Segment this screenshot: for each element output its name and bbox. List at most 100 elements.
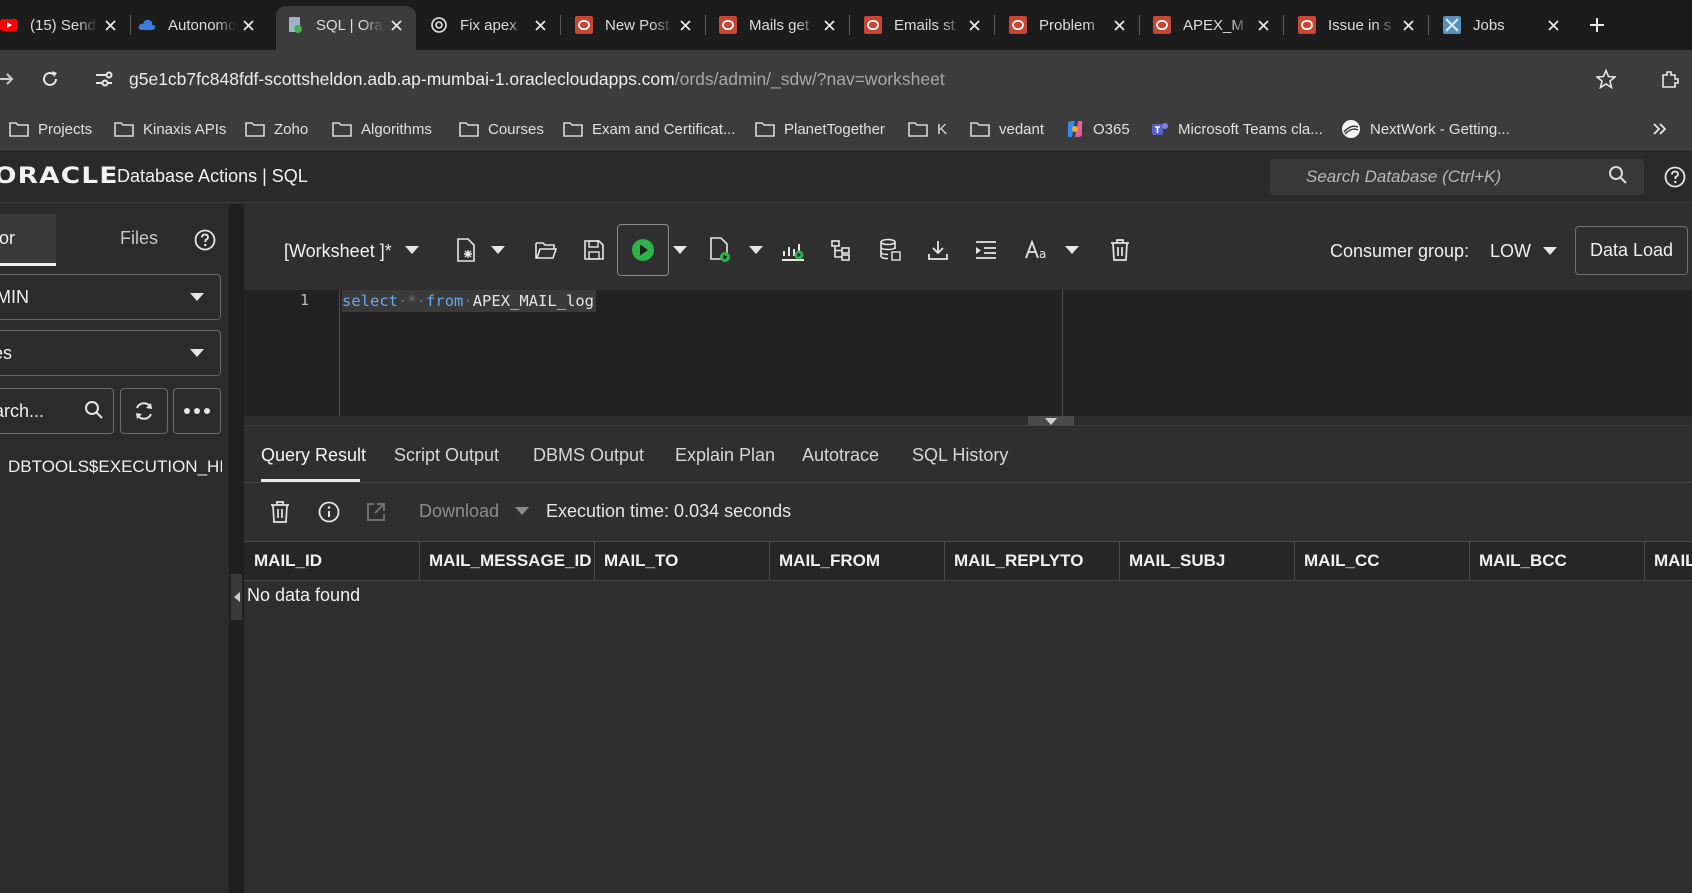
bookmark-folder[interactable]: Courses	[459, 117, 544, 141]
sql-table-name: APEX_MAIL_log	[472, 292, 595, 310]
chevron-down-icon[interactable]	[673, 246, 687, 254]
bookmark-folder[interactable]: Exam and Certificat...	[563, 117, 735, 141]
data-load-button[interactable]: Data Load	[1575, 226, 1688, 275]
help-icon[interactable]	[1664, 166, 1686, 188]
sql-statement[interactable]: select·*·from·APEX_MAIL_log	[342, 290, 597, 312]
url-field[interactable]: g5e1cb7fc848fdf-scottsheldon.adb.ap-mumb…	[129, 67, 945, 91]
tab-dbms-output[interactable]: DBMS Output	[533, 445, 644, 466]
download-icon[interactable]	[924, 236, 952, 264]
navigator-help-icon[interactable]	[194, 229, 216, 251]
worksheet-name-select[interactable]: [Worksheet ]*	[284, 241, 392, 262]
chevron-down-icon[interactable]	[515, 507, 529, 515]
open-folder-icon[interactable]	[532, 236, 560, 264]
consumer-group-select[interactable]: LOW	[1490, 241, 1531, 262]
bookmark-folder[interactable]: K	[908, 117, 947, 141]
explain-plan-icon[interactable]	[779, 236, 807, 264]
extensions-icon[interactable]	[1658, 67, 1682, 91]
browser-tab[interactable]: (15) Send	[0, 6, 131, 44]
chevron-down-icon[interactable]	[405, 246, 419, 254]
clear-output-trash-icon[interactable]	[266, 498, 294, 526]
chevron-down-icon[interactable]	[749, 246, 763, 254]
column-header[interactable]: MAIL_TO	[595, 541, 770, 581]
close-tab-icon[interactable]	[1107, 13, 1131, 37]
close-tab-icon[interactable]	[1541, 13, 1565, 37]
tab-query-result[interactable]: Query Result	[261, 445, 366, 466]
site-settings-icon[interactable]	[92, 67, 116, 91]
browser-tab[interactable]: Mails get	[709, 6, 850, 44]
info-icon[interactable]	[315, 498, 343, 526]
tab-sql-history[interactable]: SQL History	[912, 445, 1008, 466]
close-tab-icon[interactable]	[384, 13, 408, 37]
new-tab-plus-icon[interactable]	[1584, 12, 1610, 38]
close-tab-icon[interactable]	[673, 13, 697, 37]
column-header[interactable]: MAIL_MESSAGE_ID	[420, 541, 595, 581]
editor-resize-bar[interactable]	[244, 416, 1692, 426]
bookmark-folder[interactable]: Projects	[9, 117, 92, 141]
browser-tab[interactable]: Issue in s	[1288, 6, 1429, 44]
browser-tab[interactable]: Autonomous	[128, 6, 268, 44]
close-tab-icon[interactable]	[1396, 13, 1420, 37]
browser-tab[interactable]: New Post	[565, 6, 706, 44]
bookmark-folder[interactable]: vedant	[970, 117, 1044, 141]
bookmark-folder[interactable]: Zoho	[245, 117, 308, 141]
refresh-button[interactable]	[120, 388, 168, 434]
browser-tab[interactable]: Fix apex	[420, 6, 561, 44]
column-header[interactable]: MAIL_FROM	[770, 541, 945, 581]
browser-tab[interactable]: APEX_M	[1143, 6, 1284, 44]
bookmark-link[interactable]: O365	[1066, 117, 1130, 141]
panel-splitter[interactable]	[229, 204, 244, 893]
download-dropdown[interactable]: Download	[419, 501, 499, 522]
save-icon[interactable]	[580, 236, 608, 264]
close-tab-icon[interactable]	[528, 13, 552, 37]
browser-tab[interactable]: Emails st	[854, 6, 995, 44]
resize-grip[interactable]	[1028, 416, 1074, 426]
column-header[interactable]: MAIL_ID	[245, 541, 420, 581]
bookmark-link[interactable]: NextWork - Getting...	[1341, 117, 1510, 141]
trash-icon[interactable]	[1106, 236, 1134, 264]
tab-autotrace[interactable]: Autotrace	[802, 445, 879, 466]
search-icon[interactable]	[84, 400, 104, 420]
schema-select[interactable]: ADMIN	[0, 274, 221, 320]
forward-arrow-icon[interactable]	[0, 67, 18, 91]
browser-tab[interactable]: Jobs	[1433, 6, 1573, 44]
tab-files[interactable]: Files	[120, 228, 158, 249]
bookmark-link[interactable]: Microsoft Teams cla...	[1151, 117, 1323, 141]
close-tab-icon[interactable]	[236, 13, 260, 37]
database-commit-icon[interactable]	[876, 236, 904, 264]
close-tab-icon[interactable]	[817, 13, 841, 37]
object-type-select[interactable]: Tables	[0, 330, 221, 376]
search-database-input[interactable]: Search Database (Ctrl+K)	[1270, 159, 1644, 195]
column-header[interactable]: MAIL_REPLYTO	[945, 541, 1120, 581]
column-header[interactable]: MAIL_SUBJ	[1120, 541, 1295, 581]
bookmark-star-icon[interactable]	[1594, 67, 1618, 91]
column-header[interactable]: MAIL	[1645, 541, 1692, 581]
tab-navigator[interactable]: Navigator	[0, 214, 56, 264]
browser-tab[interactable]: Problem	[999, 6, 1140, 44]
chevron-down-icon[interactable]	[1543, 247, 1557, 255]
format-indent-icon[interactable]	[972, 236, 1000, 264]
font-size-icon[interactable]: a	[1024, 236, 1052, 264]
close-tab-icon[interactable]	[1251, 13, 1275, 37]
bookmark-folder[interactable]: PlanetTogether	[755, 117, 885, 141]
new-worksheet-icon[interactable]	[452, 236, 480, 264]
tab-script-output[interactable]: Script Output	[394, 445, 499, 466]
collapse-panel-handle[interactable]	[231, 574, 242, 620]
autotrace-icon[interactable]	[827, 236, 855, 264]
table-list-item[interactable]: DBTOOLS$EXECUTION_HISTORY	[0, 454, 222, 480]
chevron-down-icon[interactable]	[1065, 246, 1079, 254]
bookmark-folder[interactable]: Algorithms	[332, 117, 432, 141]
run-script-icon[interactable]	[706, 236, 734, 264]
chevron-down-icon[interactable]	[491, 246, 505, 254]
more-bookmarks-icon[interactable]	[1652, 117, 1677, 141]
close-tab-icon[interactable]	[98, 13, 122, 37]
reload-icon[interactable]	[38, 67, 62, 91]
bookmark-folder[interactable]: Kinaxis APIs	[114, 117, 226, 141]
column-header[interactable]: MAIL_CC	[1295, 541, 1470, 581]
close-tab-icon[interactable]	[962, 13, 986, 37]
column-header[interactable]: MAIL_BCC	[1470, 541, 1645, 581]
search-icon[interactable]	[1608, 165, 1628, 185]
browser-tab-active[interactable]: SQL | Oracle	[276, 6, 416, 50]
run-statement-button[interactable]	[617, 224, 669, 276]
more-actions-button[interactable]	[173, 388, 221, 434]
tab-explain-plan[interactable]: Explain Plan	[675, 445, 775, 466]
